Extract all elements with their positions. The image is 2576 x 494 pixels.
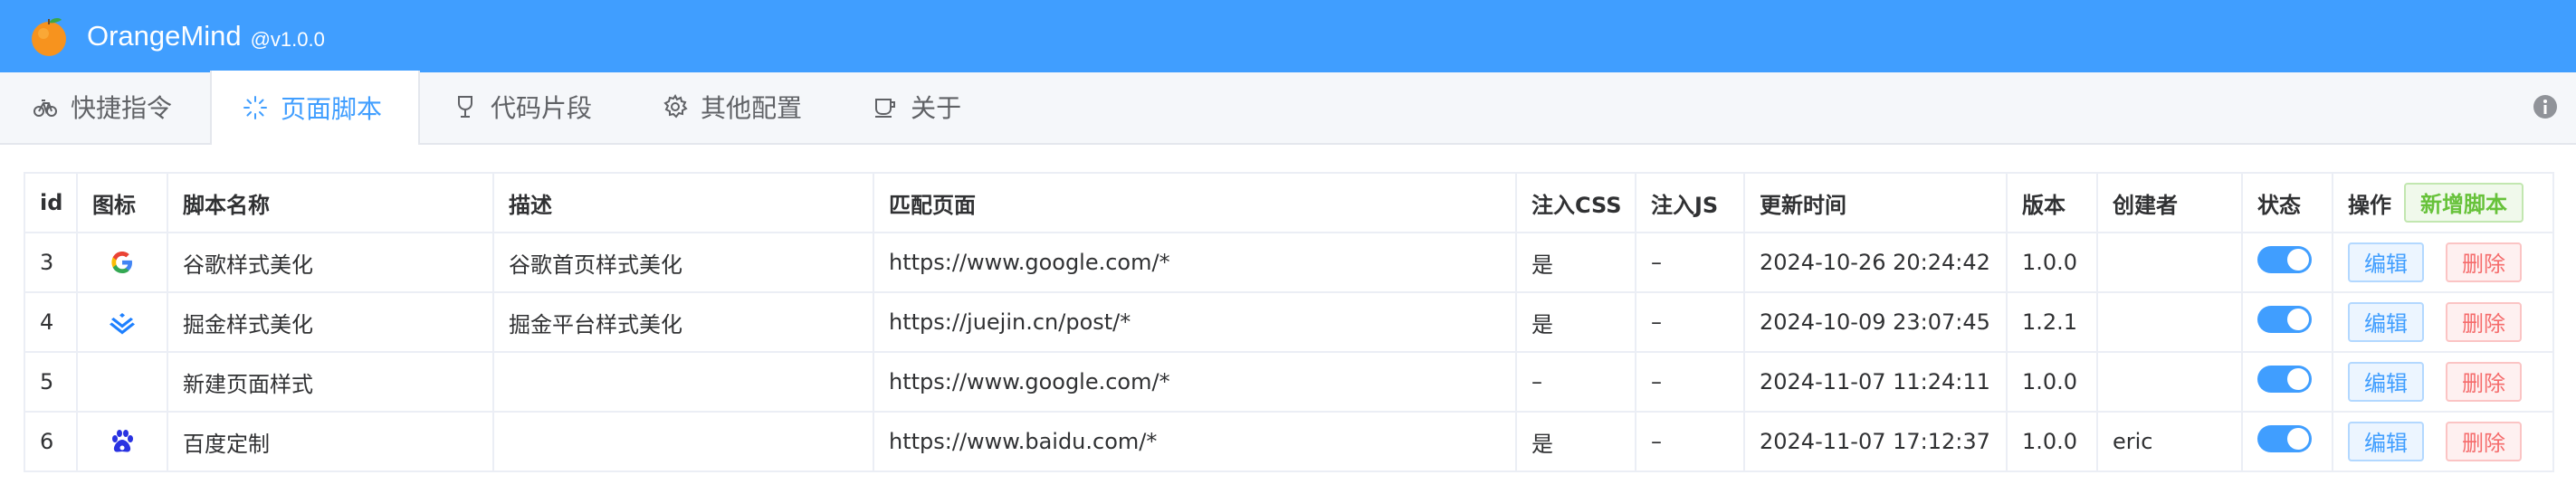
status-toggle[interactable]	[2257, 425, 2312, 452]
header-creator: 创建者	[2096, 172, 2243, 233]
add-script-button[interactable]: 新增脚本	[2404, 183, 2524, 223]
edit-button[interactable]: 编辑	[2348, 422, 2424, 461]
cell-version: 1.2.1	[2006, 291, 2098, 353]
tab-label: 代码片段	[491, 93, 593, 123]
cell-css: 是	[1515, 232, 1636, 293]
cell-id: 6	[24, 411, 78, 472]
cell-match: https://www.google.com/*	[873, 351, 1517, 413]
header-updated: 更新时间	[1743, 172, 2008, 233]
cell-match: https://juejin.cn/post/*	[873, 291, 1517, 353]
loading-icon	[243, 95, 268, 120]
gear-icon	[663, 94, 688, 119]
tab-other-settings[interactable]: 其他配置	[630, 71, 840, 143]
tab-page-scripts[interactable]: 页面脚本	[210, 71, 421, 145]
app-title: OrangeMind	[87, 20, 242, 52]
cell-desc	[492, 411, 874, 472]
cell-css: 是	[1515, 411, 1636, 472]
cell-version: 1.0.0	[2006, 351, 2098, 413]
app-header: OrangeMind @v1.0.0	[0, 0, 2576, 72]
status-toggle[interactable]	[2257, 366, 2312, 393]
cell-name: 掘金样式美化	[167, 291, 494, 353]
tab-label: 关于	[911, 93, 962, 123]
header-name: 脚本名称	[167, 172, 494, 233]
header-ops: 操作 新增脚本	[2332, 172, 2554, 233]
status-toggle[interactable]	[2257, 246, 2312, 273]
main-content: id 图标 脚本名称 描述 匹配页面 注入CSS 注入JS 更新时间 版本 创建…	[0, 145, 2576, 472]
juejin-icon	[92, 308, 152, 337]
cell-desc: 掘金平台样式美化	[492, 291, 874, 353]
cell-desc: 谷歌首页样式美化	[492, 232, 874, 293]
delete-button[interactable]: 删除	[2446, 302, 2522, 342]
cell-js: –	[1635, 411, 1745, 472]
delete-button[interactable]: 删除	[2446, 362, 2522, 402]
orange-logo-icon	[27, 14, 71, 58]
header-js: 注入JS	[1635, 172, 1745, 233]
cell-id: 3	[24, 232, 78, 293]
cell-js: –	[1635, 351, 1745, 413]
delete-button[interactable]: 删除	[2446, 422, 2522, 461]
table-row: 6 百度定制 https://www.baidu.com/* 是 – 2024-…	[24, 411, 2554, 472]
cell-updated: 2024-11-07 11:24:11	[1743, 351, 2008, 413]
edit-button[interactable]: 编辑	[2348, 362, 2424, 402]
edit-button[interactable]: 编辑	[2348, 242, 2424, 282]
tab-bar: 快捷指令 页面脚本 代码片段 其他配置 关于	[0, 71, 2576, 145]
cell-js: –	[1635, 291, 1745, 353]
cell-icon-empty	[76, 351, 168, 413]
cell-match: https://www.baidu.com/*	[873, 411, 1517, 472]
google-icon	[92, 248, 152, 277]
cell-name: 百度定制	[167, 411, 494, 472]
header-version: 版本	[2006, 172, 2098, 233]
cell-match: https://www.google.com/*	[873, 232, 1517, 293]
header-status: 状态	[2241, 172, 2333, 233]
tab-label: 页面脚本	[281, 94, 383, 124]
header-desc: 描述	[492, 172, 874, 233]
edit-button[interactable]: 编辑	[2348, 302, 2424, 342]
tab-label: 快捷指令	[71, 93, 173, 123]
header-icon: 图标	[76, 172, 168, 233]
cell-updated: 2024-10-09 23:07:45	[1743, 291, 2008, 353]
table-row: 5 新建页面样式 https://www.google.com/* – – 20…	[24, 351, 2554, 413]
cell-updated: 2024-10-26 20:24:42	[1743, 232, 2008, 293]
cell-css: –	[1515, 351, 1636, 413]
cup-icon	[453, 94, 478, 119]
cell-css: 是	[1515, 291, 1636, 353]
table-header-row: id 图标 脚本名称 描述 匹配页面 注入CSS 注入JS 更新时间 版本 创建…	[24, 172, 2554, 233]
cell-id: 4	[24, 291, 78, 353]
baidu-icon	[92, 427, 152, 456]
cell-creator	[2096, 351, 2243, 413]
tab-label: 其他配置	[701, 93, 803, 123]
info-icon[interactable]	[2533, 94, 2558, 119]
header-ops-label: 操作	[2348, 192, 2391, 218]
scripts-table: id 图标 脚本名称 描述 匹配页面 注入CSS 注入JS 更新时间 版本 创建…	[24, 172, 2554, 472]
app-version: @v1.0.0	[250, 28, 325, 51]
tab-about[interactable]: 关于	[840, 71, 999, 143]
cell-creator	[2096, 291, 2243, 353]
cell-js: –	[1635, 232, 1745, 293]
cell-version: 1.0.0	[2006, 232, 2098, 293]
header-id: id	[24, 172, 78, 233]
delete-button[interactable]: 删除	[2446, 242, 2522, 282]
cell-updated: 2024-11-07 17:12:37	[1743, 411, 2008, 472]
bike-icon	[33, 94, 58, 119]
status-toggle[interactable]	[2257, 306, 2312, 333]
tab-quick-commands[interactable]: 快捷指令	[0, 71, 210, 143]
header-css: 注入CSS	[1515, 172, 1636, 233]
cell-name: 谷歌样式美化	[167, 232, 494, 293]
table-row: 3 谷歌样式美化 谷歌首页样式美化 https://www.google.com…	[24, 232, 2554, 293]
cell-version: 1.0.0	[2006, 411, 2098, 472]
coffee-icon	[873, 94, 898, 119]
tab-code-snippets[interactable]: 代码片段	[420, 71, 630, 143]
cell-creator	[2096, 232, 2243, 293]
cell-name: 新建页面样式	[167, 351, 494, 413]
cell-creator: eric	[2096, 411, 2243, 472]
cell-desc	[492, 351, 874, 413]
table-row: 4 掘金样式美化 掘金平台样式美化 https://juejin.cn/post…	[24, 291, 2554, 353]
header-match: 匹配页面	[873, 172, 1517, 233]
cell-id: 5	[24, 351, 78, 413]
